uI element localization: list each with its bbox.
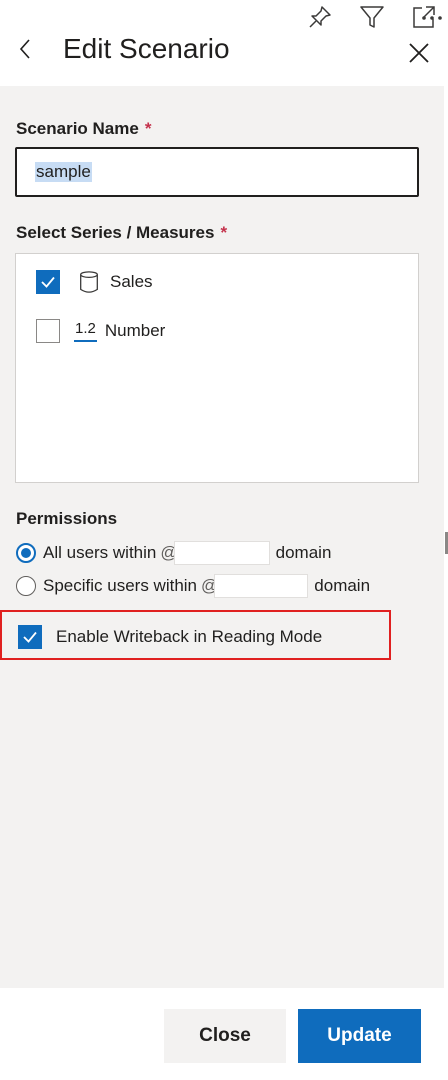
required-mark: * [220, 223, 228, 242]
writeback-highlight: Enable Writeback in Reading Mode [0, 610, 391, 660]
scenario-name-label-text: Scenario Name [16, 119, 139, 138]
series-measures-label: Select Series / Measures * [16, 223, 227, 243]
series-item-number[interactable]: 1.2 Number [36, 316, 165, 346]
series-list: Sales 1.2 Number [15, 253, 419, 483]
edit-scenario-pane: Edit Scenario Scenario Name * sample Sele… [0, 0, 448, 1080]
option-text: Specific users within [43, 576, 198, 595]
permission-option-all-users[interactable]: All users within @ domain [16, 541, 331, 565]
sales-checkbox[interactable] [36, 270, 60, 294]
database-icon [76, 269, 102, 295]
close-icon [409, 43, 429, 63]
pane-header: Edit Scenario [0, 28, 448, 86]
checkmark-icon [23, 631, 37, 643]
all-users-radio[interactable] [16, 543, 36, 563]
domain-field[interactable] [173, 541, 270, 565]
scenario-name-input[interactable]: sample [15, 147, 419, 197]
checkmark-icon [41, 276, 55, 288]
series-measures-label-text: Select Series / Measures [16, 223, 215, 242]
pane-footer: Close Update [0, 988, 448, 1080]
form-panel [0, 86, 448, 988]
enable-writeback-checkbox[interactable] [18, 625, 42, 649]
page-title: Edit Scenario [63, 33, 230, 64]
series-item-label: Number [104, 321, 166, 340]
back-button[interactable] [14, 36, 38, 62]
domain-field[interactable] [214, 574, 309, 598]
series-item-label: Sales [110, 272, 153, 291]
permission-option-specific-users[interactable]: Specific users within @ domain [16, 574, 370, 598]
update-button[interactable]: Update [298, 1009, 421, 1063]
scenario-name-label: Scenario Name * [16, 119, 151, 139]
domain-suffix: domain [314, 576, 371, 595]
number-checkbox[interactable] [36, 319, 60, 343]
permissions-label: Permissions [16, 509, 118, 528]
option-text: All users within [43, 543, 157, 562]
enable-writeback-option[interactable]: Enable Writeback in Reading Mode [18, 624, 322, 650]
chevron-left-icon [19, 39, 30, 59]
close-pane-button[interactable] [406, 40, 432, 66]
close-button[interactable]: Close [164, 1009, 286, 1063]
series-item-sales[interactable]: Sales [36, 267, 153, 297]
numeric-type-icon: 1.2 [74, 320, 97, 342]
required-mark: * [144, 119, 152, 138]
domain-suffix: domain [275, 543, 332, 562]
specific-users-radio[interactable] [16, 576, 36, 596]
scenario-name-value: sample [35, 162, 92, 182]
enable-writeback-label: Enable Writeback in Reading Mode [56, 627, 323, 646]
